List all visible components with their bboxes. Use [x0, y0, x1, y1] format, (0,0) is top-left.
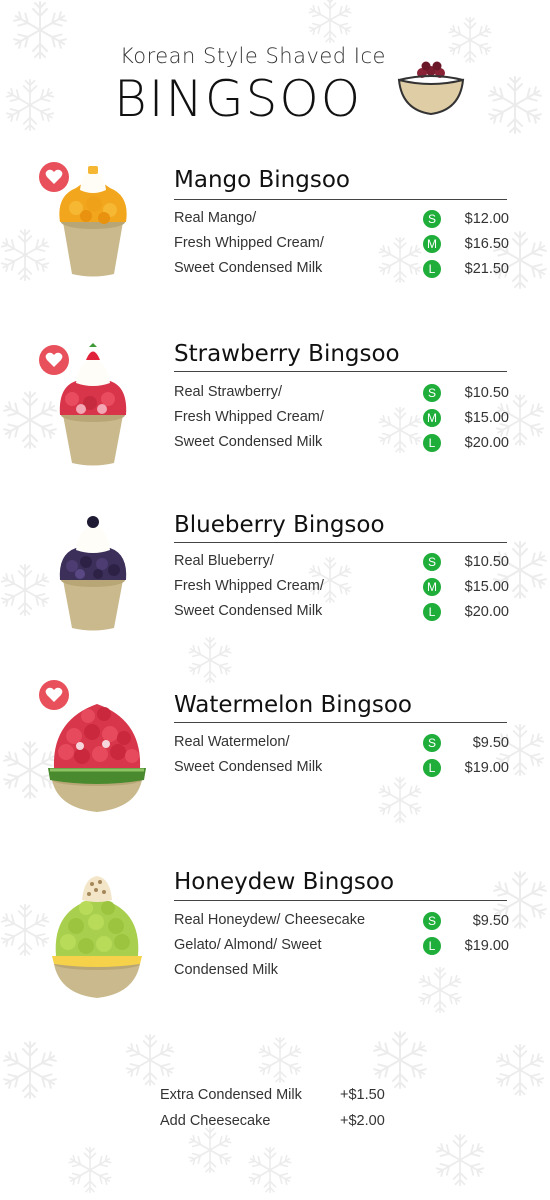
item-description: Real Watermelon/ Sweet Condensed Milk	[174, 734, 323, 775]
size-badge: S	[423, 733, 441, 752]
size-option[interactable]: M $16.50	[423, 231, 509, 256]
price: $9.50	[472, 912, 509, 929]
price: $15.00	[464, 409, 509, 426]
extra-option[interactable]: Add Cheesecake +$2.00	[160, 1108, 385, 1134]
size-price-list: S $12.00 M $16.50 L $21.50	[423, 206, 509, 281]
size-option[interactable]: S $9.50	[423, 730, 509, 755]
item-title: Strawberry Bingsoo	[174, 341, 400, 367]
size-badge: L	[423, 259, 441, 278]
item-description: Real Honeydew/ Cheesecake Gelato/ Almond…	[174, 912, 366, 978]
size-badge: M	[423, 234, 441, 253]
title-divider	[174, 199, 507, 200]
title-divider	[174, 542, 507, 543]
size-badge: S	[423, 911, 441, 930]
watermelon-bingsoo-image	[48, 704, 146, 812]
size-badge: S	[423, 552, 441, 571]
extra-label: Extra Condensed Milk	[160, 1087, 302, 1103]
brand-title: BINGSOO	[114, 70, 363, 128]
item-description: Real Mango/ Fresh Whipped Cream/ Sweet C…	[174, 210, 324, 276]
extra-price: +$1.50	[340, 1087, 385, 1103]
item-title: Blueberry Bingsoo	[174, 512, 385, 538]
title-divider	[174, 900, 507, 901]
size-badge: L	[423, 758, 441, 777]
size-option[interactable]: L $19.00	[423, 933, 509, 958]
blueberry-bingsoo-image	[59, 516, 127, 631]
price: $20.00	[464, 603, 509, 620]
size-option[interactable]: L $19.00	[423, 755, 509, 780]
extra-option[interactable]: Extra Condensed Milk +$1.50	[160, 1082, 385, 1108]
size-badge: M	[423, 408, 441, 427]
size-option[interactable]: S $10.50	[423, 380, 509, 405]
price: $21.50	[464, 260, 509, 277]
size-option[interactable]: M $15.00	[423, 405, 509, 430]
extra-label: Add Cheesecake	[160, 1113, 271, 1129]
bingsoo-bowl-logo-icon	[397, 61, 465, 116]
price: $19.00	[464, 937, 509, 954]
size-badge: S	[423, 383, 441, 402]
size-price-list: S $10.50 M $15.00 L $20.00	[423, 549, 509, 624]
size-option[interactable]: S $10.50	[423, 549, 509, 574]
honeydew-bingsoo-image	[52, 876, 142, 998]
size-option[interactable]: M $15.00	[423, 574, 509, 599]
size-option[interactable]: S $9.50	[423, 908, 509, 933]
strawberry-bingsoo-image	[59, 343, 127, 466]
price: $19.00	[464, 759, 509, 776]
size-price-list: S $10.50 M $15.00 L $20.00	[423, 380, 509, 455]
size-price-list: S $9.50 L $19.00	[423, 730, 509, 780]
menu-header: Korean Style Shaved Ice BINGSOO	[0, 0, 550, 140]
size-badge: L	[423, 936, 441, 955]
size-option[interactable]: S $12.00	[423, 206, 509, 231]
size-price-list: S $9.50 L $19.00	[423, 908, 509, 958]
item-title: Mango Bingsoo	[174, 167, 350, 193]
extra-price: +$2.00	[340, 1113, 385, 1129]
price: $9.50	[472, 734, 509, 751]
size-badge: L	[423, 602, 441, 621]
title-divider	[174, 371, 507, 372]
item-title: Honeydew Bingsoo	[174, 869, 395, 895]
price: $15.00	[464, 578, 509, 595]
item-description: Real Strawberry/ Fresh Whipped Cream/ Sw…	[174, 384, 324, 450]
price: $12.00	[464, 210, 509, 227]
size-badge: S	[423, 209, 441, 228]
price: $10.50	[464, 553, 509, 570]
title-divider	[174, 722, 507, 723]
item-title: Watermelon Bingsoo	[174, 692, 412, 718]
size-badge: M	[423, 577, 441, 596]
item-description: Real Blueberry/ Fresh Whipped Cream/ Swe…	[174, 553, 324, 619]
price: $20.00	[464, 434, 509, 451]
extras-list: Extra Condensed Milk +$1.50 Add Cheeseca…	[160, 1082, 385, 1134]
size-option[interactable]: L $20.00	[423, 599, 509, 624]
price: $10.50	[464, 384, 509, 401]
size-option[interactable]: L $20.00	[423, 430, 509, 455]
menu-subtitle: Korean Style Shaved Ice	[120, 44, 386, 68]
mango-bingsoo-image	[59, 166, 127, 277]
price: $16.50	[464, 235, 509, 252]
size-option[interactable]: L $21.50	[423, 256, 509, 281]
size-badge: L	[423, 433, 441, 452]
